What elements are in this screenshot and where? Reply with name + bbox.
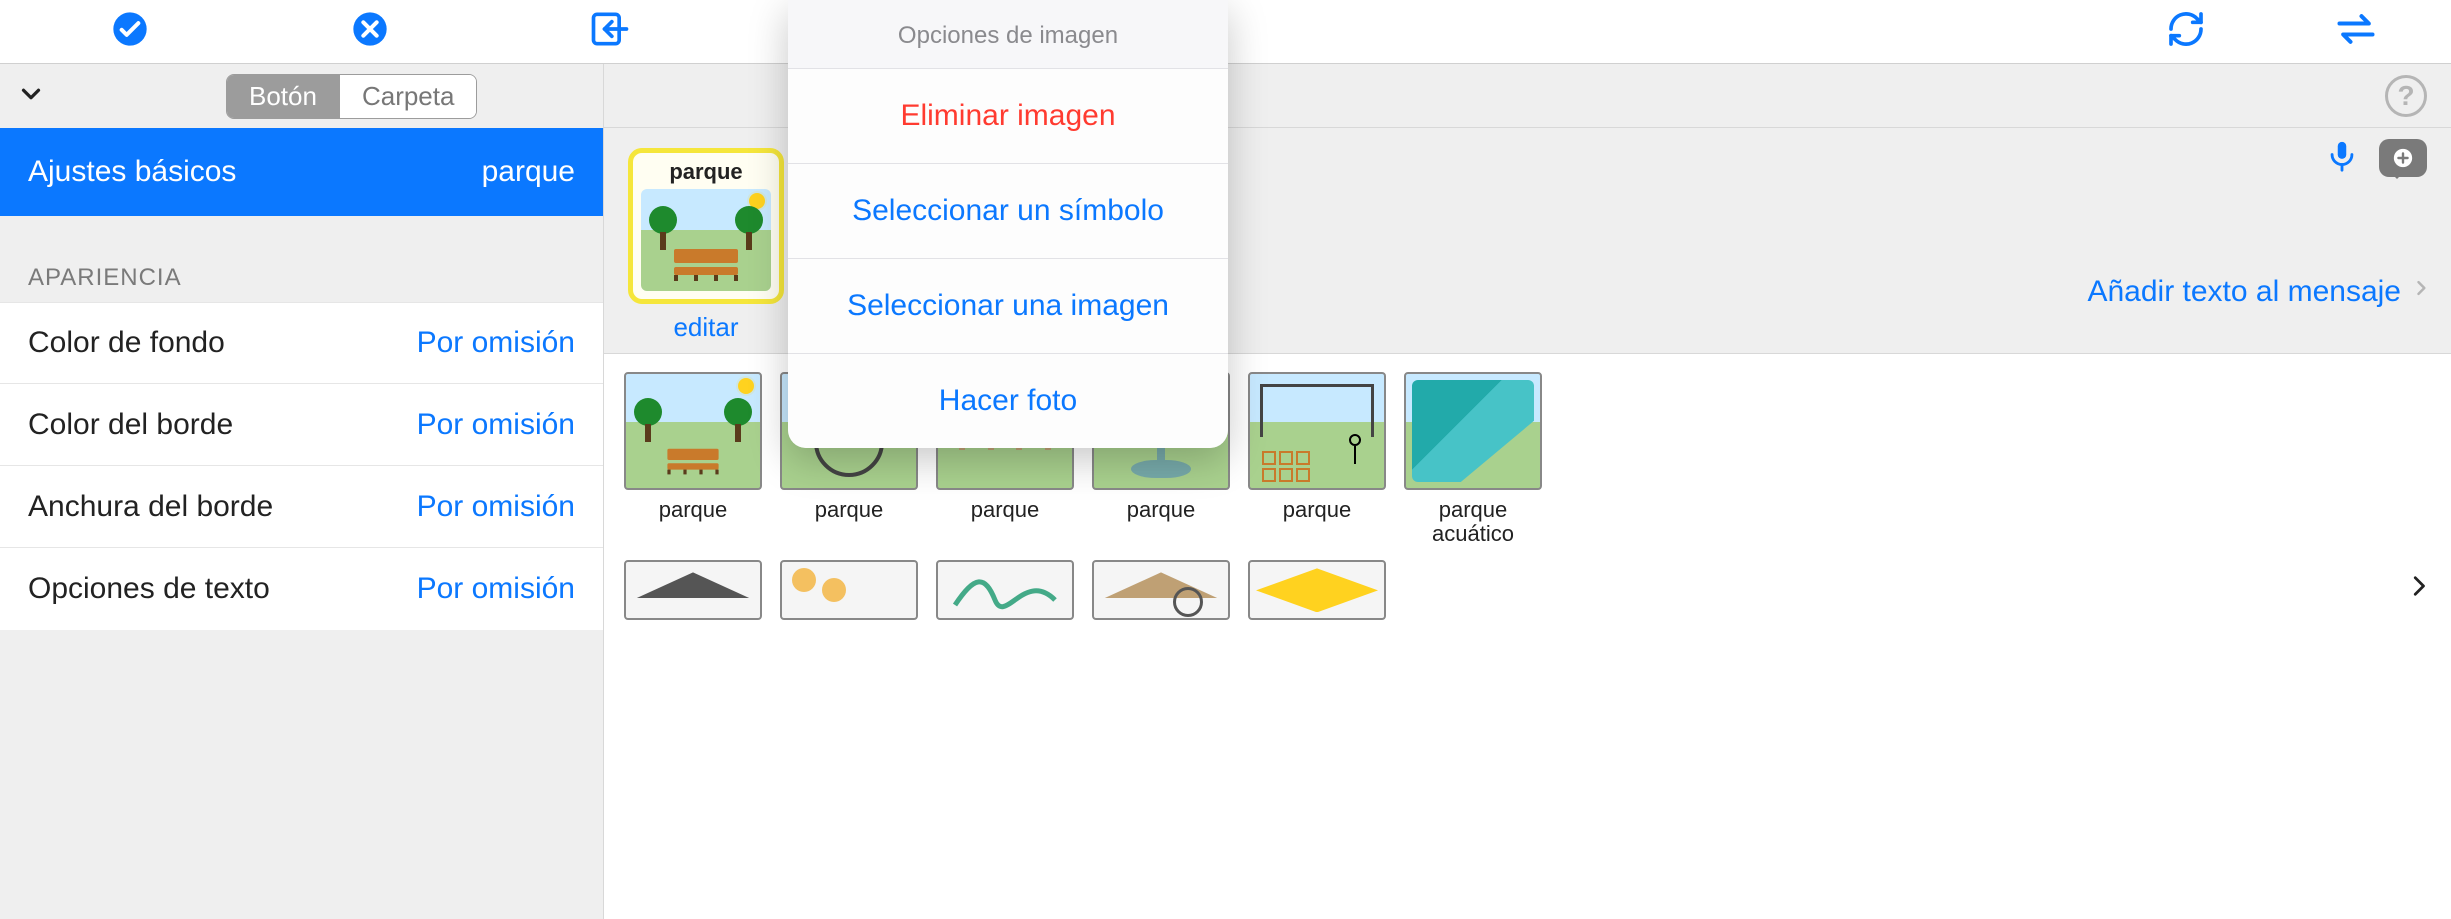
swap-icon[interactable] xyxy=(2334,7,2378,56)
button-preview: parque editar xyxy=(628,148,784,343)
type-segmented-control: Botón Carpeta xyxy=(226,74,477,119)
popover-title: Opciones de imagen xyxy=(788,0,1228,68)
basic-settings-label: Ajustes básicos xyxy=(28,155,236,189)
refresh-icon[interactable] xyxy=(2166,9,2206,54)
preview-card-label: parque xyxy=(669,159,742,185)
add-text-label: Añadir texto al mensaje xyxy=(2087,275,2401,309)
popover-select-symbol[interactable]: Seleccionar un símbolo xyxy=(788,163,1228,258)
basic-settings-row[interactable]: Ajustes básicos parque xyxy=(0,128,603,216)
symbol-cell[interactable] xyxy=(624,560,762,620)
toolbar-slot xyxy=(2281,7,2431,56)
water-slide-icon xyxy=(1404,372,1542,490)
list-item[interactable]: Opciones de texto Por omisión xyxy=(0,548,603,630)
segment-button-carpeta[interactable]: Carpeta xyxy=(339,75,477,118)
appearance-list: Color de fondo Por omisión Color del bor… xyxy=(0,302,603,630)
toolbar-slot xyxy=(500,7,720,56)
item-value: Por omisión xyxy=(417,408,575,442)
collapse-chevron-icon[interactable] xyxy=(16,79,46,114)
basic-settings-value: parque xyxy=(482,155,575,189)
symbol-caption: parque xyxy=(815,498,884,522)
settings-panel: Botón Carpeta Ajustes básicos parque APA… xyxy=(0,64,604,919)
hopscotch-icon xyxy=(1248,372,1386,490)
toolbar-slot xyxy=(2111,9,2261,54)
symbol-cell[interactable]: parque xyxy=(1248,372,1386,546)
preview-card[interactable]: parque xyxy=(628,148,784,304)
item-value: Por omisión xyxy=(417,572,575,606)
segment-button-boton[interactable]: Botón xyxy=(227,75,339,118)
symbol-caption: parque xyxy=(1283,498,1352,522)
symbol-caption: parque xyxy=(1127,498,1196,522)
symbol-caption: parque xyxy=(971,498,1040,522)
park-scene-icon xyxy=(641,189,771,291)
appearance-section-title: APARIENCIA xyxy=(0,216,603,302)
symbol-caption: parque xyxy=(659,498,728,522)
list-item[interactable]: Anchura del borde Por omisión xyxy=(0,466,603,548)
popover-take-photo[interactable]: Hacer foto xyxy=(788,353,1228,448)
import-icon[interactable] xyxy=(588,7,632,56)
chevron-right-icon xyxy=(2411,274,2431,310)
symbol-cell[interactable] xyxy=(936,560,1074,620)
toolbar-slot xyxy=(260,9,480,54)
symbol-cell[interactable] xyxy=(780,560,918,620)
symbol-cell[interactable] xyxy=(1248,560,1386,620)
item-label: Anchura del borde xyxy=(28,490,273,524)
list-item[interactable]: Color de fondo Por omisión xyxy=(0,302,603,384)
park-bench-icon xyxy=(624,372,762,490)
list-item[interactable]: Color del borde Por omisión xyxy=(0,384,603,466)
symbol-cell[interactable] xyxy=(1092,560,1230,620)
item-value: Por omisión xyxy=(417,490,575,524)
item-label: Opciones de texto xyxy=(28,572,270,606)
symbol-cell[interactable]: parque acuático xyxy=(1404,372,1542,546)
scroll-right-icon[interactable] xyxy=(2407,564,2429,618)
check-circle-icon[interactable] xyxy=(110,9,150,54)
add-message-icon[interactable] xyxy=(2379,139,2427,177)
microphone-icon[interactable] xyxy=(2325,136,2359,181)
popover-delete-image[interactable]: Eliminar imagen xyxy=(788,68,1228,163)
symbol-caption: parque acuático xyxy=(1404,498,1542,546)
x-circle-icon[interactable] xyxy=(350,9,390,54)
toolbar-slot xyxy=(20,9,240,54)
segmented-row: Botón Carpeta xyxy=(0,64,603,128)
popover-select-image[interactable]: Seleccionar una imagen xyxy=(788,258,1228,353)
item-value: Por omisión xyxy=(417,326,575,360)
edit-image-button[interactable]: editar xyxy=(673,312,738,343)
image-options-popover: Opciones de imagen Eliminar imagen Selec… xyxy=(788,0,1228,448)
help-icon[interactable]: ? xyxy=(2385,75,2427,117)
item-label: Color del borde xyxy=(28,408,233,442)
symbol-cell[interactable]: parque xyxy=(624,372,762,546)
item-label: Color de fondo xyxy=(28,326,225,360)
add-text-to-message[interactable]: Añadir texto al mensaje xyxy=(2087,274,2431,310)
